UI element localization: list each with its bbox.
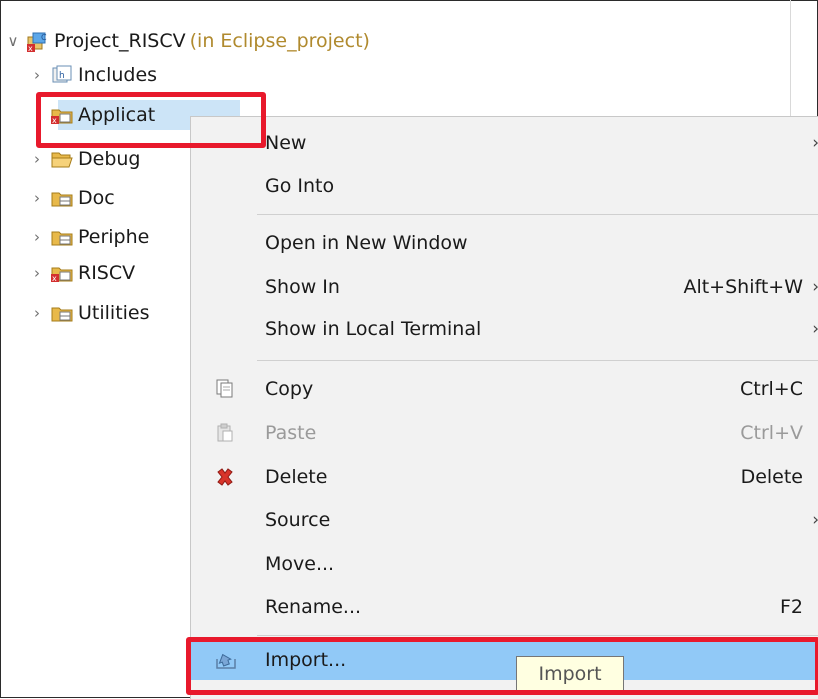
- submenu-arrow-icon: ›: [812, 277, 818, 297]
- copy-icon: [215, 379, 235, 399]
- open-folder-icon: [50, 149, 74, 169]
- svg-text:C: C: [41, 33, 47, 42]
- menu-item-open-new-window[interactable]: Open in New Window: [191, 223, 818, 263]
- includes-icon: h: [50, 65, 74, 85]
- menu-label: Go Into: [265, 175, 335, 197]
- chevron-right-icon[interactable]: ›: [30, 264, 44, 282]
- menu-label: Show in Local Terminal: [265, 318, 482, 340]
- chevron-down-icon[interactable]: ∨: [6, 32, 20, 50]
- menu-item-show-in[interactable]: Show In Alt+Shift+W ›: [191, 267, 818, 307]
- menu-separator: [257, 214, 818, 215]
- menu-label: Rename...: [265, 596, 362, 618]
- tree-item-label: RISCV: [78, 262, 136, 284]
- chevron-right-icon[interactable]: ›: [30, 66, 44, 84]
- menu-item-paste[interactable]: Paste Ctrl+V: [191, 413, 818, 453]
- package-folder-icon: [50, 303, 74, 323]
- tree-item-label: Includes: [78, 64, 158, 86]
- tree-item-label: Debug: [78, 148, 141, 170]
- tree-item-doc[interactable]: › Doc: [30, 183, 115, 213]
- tree-row-project[interactable]: ∨ C x Project_RISCV (in Eclipse_project): [6, 26, 370, 56]
- menu-item-copy[interactable]: Copy Ctrl+C: [191, 369, 818, 409]
- tree-item-includes[interactable]: › h Includes: [30, 60, 157, 90]
- paste-icon: [215, 423, 235, 443]
- menu-accelerator: Ctrl+V: [740, 422, 803, 444]
- menu-label: Paste: [265, 422, 317, 444]
- menu-item-new[interactable]: New ›: [191, 123, 818, 163]
- menu-label: New: [265, 132, 307, 154]
- svg-text:x: x: [52, 274, 57, 283]
- highlight-box-import: [186, 637, 818, 695]
- tree-item-peripheral[interactable]: › Periphe: [30, 222, 149, 252]
- menu-item-show-local-terminal[interactable]: Show in Local Terminal ›: [191, 309, 818, 349]
- svg-text:h: h: [59, 71, 65, 81]
- menu-label: Copy: [265, 378, 314, 400]
- menu-item-delete[interactable]: Delete Delete: [191, 457, 818, 497]
- chevron-right-icon[interactable]: ›: [30, 304, 44, 322]
- menu-accelerator: Alt+Shift+W: [683, 276, 803, 298]
- package-folder-icon: [50, 188, 74, 208]
- tree-item-label: Doc: [78, 187, 115, 209]
- tree-item-label: Utilities: [78, 302, 150, 324]
- menu-accelerator: Delete: [740, 466, 803, 488]
- submenu-arrow-icon: ›: [812, 510, 818, 530]
- submenu-arrow-icon: ›: [812, 319, 818, 339]
- menu-item-rename[interactable]: Rename... F2: [191, 587, 818, 627]
- chevron-right-icon[interactable]: ›: [30, 228, 44, 246]
- highlight-box-application: [36, 92, 266, 148]
- menu-label: Delete: [265, 466, 328, 488]
- menu-label: Open in New Window: [265, 232, 468, 254]
- menu-label: Move...: [265, 553, 335, 575]
- chevron-right-icon[interactable]: ›: [30, 189, 44, 207]
- menu-item-go-into[interactable]: Go Into: [191, 166, 818, 206]
- chevron-right-icon[interactable]: ›: [30, 150, 44, 168]
- menu-separator: [257, 635, 818, 636]
- source-folder-error-icon: x: [50, 263, 74, 283]
- delete-icon: [215, 467, 235, 487]
- context-menu: New › Go Into Open in New Window Show In…: [190, 116, 818, 699]
- svg-text:x: x: [28, 44, 33, 53]
- tree-item-debug[interactable]: › Debug: [30, 144, 140, 174]
- project-location: (in Eclipse_project): [189, 30, 370, 52]
- tree-item-riscv[interactable]: › x RISCV: [30, 258, 135, 288]
- menu-item-source[interactable]: Source ›: [191, 500, 818, 540]
- panel-divider: [790, 0, 791, 120]
- c-project-icon: C x: [26, 31, 50, 53]
- tree-item-utilities[interactable]: › Utilities: [30, 298, 150, 328]
- menu-accelerator: Ctrl+C: [740, 378, 803, 400]
- project-name: Project_RISCV: [54, 30, 186, 52]
- menu-label: Show In: [265, 276, 340, 298]
- submenu-arrow-icon: ›: [812, 133, 818, 153]
- menu-separator: [257, 360, 818, 361]
- package-folder-icon: [50, 227, 74, 247]
- menu-item-move[interactable]: Move...: [191, 544, 818, 584]
- menu-accelerator: F2: [779, 596, 803, 618]
- tree-item-label: Periphe: [78, 226, 150, 248]
- menu-label: Source: [265, 509, 331, 531]
